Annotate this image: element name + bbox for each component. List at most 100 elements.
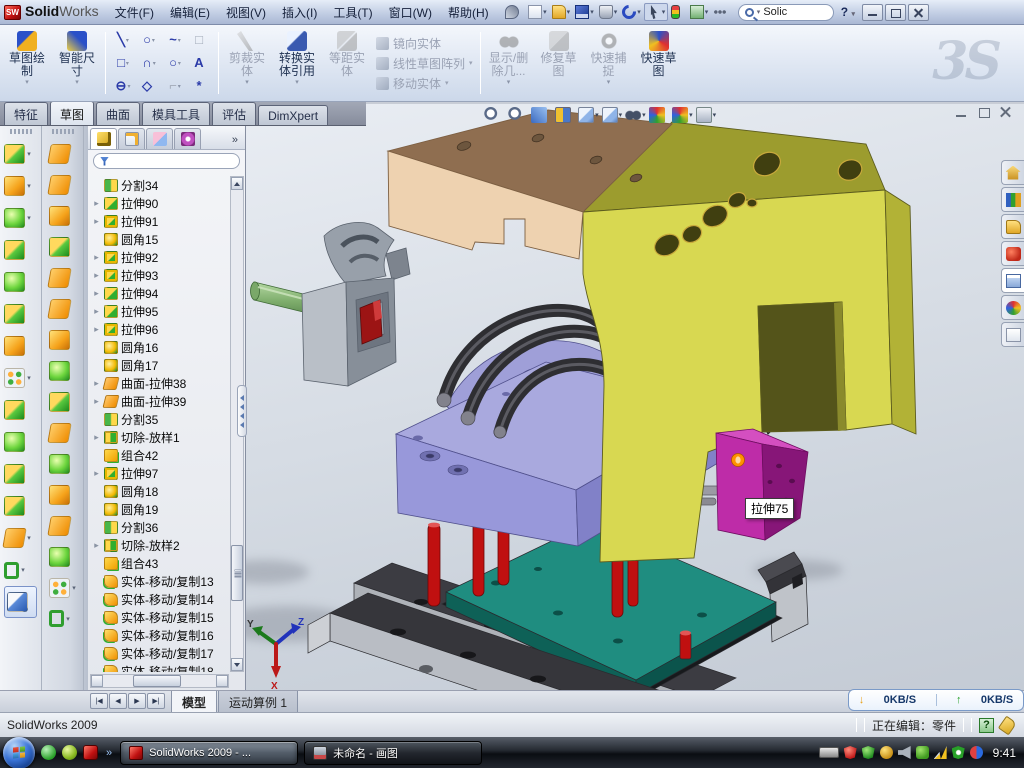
- tray-icon[interactable]: [819, 747, 839, 758]
- menu-item[interactable]: 帮助(H): [440, 1, 497, 24]
- dropdown-arrow-icon[interactable]: ▾: [152, 37, 155, 44]
- sketch-entity-button[interactable]: ∩▾: [137, 52, 161, 75]
- tree-item[interactable]: ▸ 拉伸97: [92, 464, 229, 482]
- view-tool-button[interactable]: ▾: [625, 107, 646, 123]
- task-pane-tab[interactable]: [1001, 160, 1024, 185]
- dropdown-arrow-icon[interactable]: ▾: [27, 182, 31, 190]
- dropdown-arrow-icon[interactable]: ▾: [295, 79, 299, 86]
- quick-tool-button[interactable]: ▾: [711, 4, 734, 20]
- tree-item[interactable]: ▸ 拉伸93: [92, 266, 229, 284]
- view-tool-button[interactable]: ▾: [508, 107, 529, 123]
- task-pane-tab[interactable]: [1001, 214, 1024, 239]
- quick-tip-icon[interactable]: ?: [979, 718, 994, 733]
- feature-tool-button[interactable]: ▾: [49, 603, 76, 634]
- quick-launch-icon[interactable]: [62, 745, 77, 760]
- menu-item[interactable]: 编辑(E): [162, 1, 218, 24]
- part-latch-red[interactable]: [360, 300, 382, 344]
- task-pane-tab[interactable]: [1001, 187, 1024, 212]
- tray-icon[interactable]: [898, 746, 911, 759]
- feature-tool-button[interactable]: ▾: [49, 169, 76, 200]
- tree-item[interactable]: ▸ 实体-移动/复制17: [92, 644, 229, 662]
- dropdown-arrow-icon[interactable]: ▾: [153, 60, 156, 67]
- task-pane-tab[interactable]: [1001, 322, 1024, 347]
- scroll-up-button[interactable]: [231, 177, 243, 190]
- tray-icon[interactable]: [880, 746, 893, 759]
- panel-tab[interactable]: [146, 128, 173, 149]
- tree-item[interactable]: ▸ 实体-移动/复制13: [92, 572, 229, 590]
- tree-item[interactable]: ▸ 实体-移动/复制15: [92, 608, 229, 626]
- tree-item[interactable]: ▸ 分割34: [92, 176, 229, 194]
- dropdown-arrow-icon[interactable]: ▾: [705, 8, 709, 16]
- tree-item[interactable]: ▸ 实体-移动/复制18: [92, 662, 229, 672]
- quick-tool-button[interactable]: ▾: [669, 4, 687, 20]
- feature-tool-button[interactable]: ▾: [4, 490, 37, 522]
- feature-tool-button[interactable]: ▾: [49, 200, 76, 231]
- ribbon-button[interactable]: 快速草图▾: [634, 28, 684, 98]
- dropdown-arrow-icon[interactable]: ▾: [72, 584, 76, 592]
- dropdown-arrow-icon[interactable]: ▾: [689, 111, 693, 119]
- tree-item[interactable]: ▸ 分割35: [92, 410, 229, 428]
- command-tab[interactable]: 特征: [4, 102, 48, 125]
- tab-nav-button[interactable]: ▶|: [147, 693, 165, 709]
- command-tab[interactable]: 评估: [212, 102, 256, 125]
- model-tab[interactable]: 运动算例 1: [218, 691, 298, 714]
- graphics-viewport[interactable]: Y Z X ▾▾▾▾▾▾▾▾▾▾ 拉伸75: [246, 104, 1024, 690]
- dropdown-arrow-icon[interactable]: ▾: [590, 8, 594, 16]
- tree-item[interactable]: ▸ 圆角17: [92, 356, 229, 374]
- panel-splitter[interactable]: [237, 385, 247, 437]
- tray-icon[interactable]: [934, 746, 947, 759]
- dropdown-arrow-icon[interactable]: ▾: [662, 8, 666, 16]
- dropdown-arrow-icon[interactable]: ▾: [75, 79, 79, 86]
- feature-tool-button[interactable]: ▾: [4, 394, 37, 426]
- feature-tool-button[interactable]: ▾: [49, 262, 76, 293]
- view-tool-button[interactable]: ▾: [649, 107, 670, 123]
- tree-filter-input[interactable]: [93, 153, 240, 169]
- scroll-right-button[interactable]: [216, 675, 228, 687]
- dropdown-arrow-icon[interactable]: ▾: [614, 8, 618, 16]
- quick-tool-button[interactable]: ▾: [550, 4, 573, 20]
- model-tab[interactable]: 模型: [171, 691, 217, 714]
- expand-arrow-icon[interactable]: ▸: [92, 468, 101, 479]
- task-pane-tab[interactable]: [1001, 241, 1024, 266]
- expand-arrow-icon[interactable]: ▸: [92, 396, 101, 407]
- scrollbar-thumb[interactable]: [231, 545, 243, 601]
- ribbon-button[interactable]: 转换实体引用▾: [272, 28, 322, 98]
- feature-tool-button[interactable]: ▾: [49, 386, 76, 417]
- tray-icon[interactable]: [970, 746, 983, 759]
- sketch-entity-button[interactable]: □▾: [111, 52, 135, 75]
- dropdown-arrow-icon[interactable]: ▾: [543, 8, 547, 16]
- tree-item[interactable]: ▸ 拉伸95: [92, 302, 229, 320]
- feature-tool-button[interactable]: ▾: [49, 541, 76, 572]
- taskbar-button[interactable]: SolidWorks 2009 - ...: [120, 741, 298, 765]
- panel-tab[interactable]: [90, 128, 117, 149]
- dropdown-arrow-icon[interactable]: ▾: [27, 214, 31, 222]
- command-tab[interactable]: DimXpert: [258, 105, 328, 125]
- ribbon-button[interactable]: 快速捕捉▾: [584, 28, 634, 98]
- ribbon-button[interactable]: 修复草图▾: [534, 28, 584, 98]
- sketch-entity-button[interactable]: ⌐▾: [163, 75, 187, 98]
- task-pane-tab[interactable]: [1001, 295, 1024, 320]
- tree-item[interactable]: ▸ 圆角16: [92, 338, 229, 356]
- expand-arrow-icon[interactable]: ▸: [92, 198, 101, 209]
- dropdown-arrow-icon[interactable]: ▾: [178, 60, 181, 67]
- view-tool-button[interactable]: ▾: [484, 107, 505, 123]
- tray-icon[interactable]: [916, 746, 929, 759]
- sketch-entity-button[interactable]: ○▾: [163, 52, 187, 75]
- close-button[interactable]: [908, 4, 929, 21]
- tree-item[interactable]: ▸ 分割36: [92, 518, 229, 536]
- taskbar-clock[interactable]: 9:41: [991, 746, 1024, 760]
- ribbon-button[interactable]: 显示/删除几...▾: [484, 28, 534, 98]
- view-tool-button[interactable]: ▾: [672, 107, 693, 123]
- expand-arrow-icon[interactable]: ▸: [92, 306, 101, 317]
- feature-tool-button[interactable]: ▾: [4, 298, 37, 330]
- tree-item[interactable]: ▸ 实体-移动/复制14: [92, 590, 229, 608]
- feature-tool-button[interactable]: ▾: [4, 330, 37, 362]
- feature-tool-button[interactable]: ▾: [49, 417, 76, 448]
- dropdown-arrow-icon[interactable]: ▾: [469, 59, 473, 67]
- feature-tool-button[interactable]: ▾: [49, 231, 76, 262]
- dropdown-arrow-icon[interactable]: ▾: [713, 111, 717, 119]
- view-tool-button[interactable]: ▾: [602, 107, 623, 123]
- feature-tool-button[interactable]: ▾: [49, 448, 76, 479]
- expand-arrow-icon[interactable]: ▸: [92, 252, 101, 263]
- dropdown-arrow-icon[interactable]: ▾: [126, 60, 129, 67]
